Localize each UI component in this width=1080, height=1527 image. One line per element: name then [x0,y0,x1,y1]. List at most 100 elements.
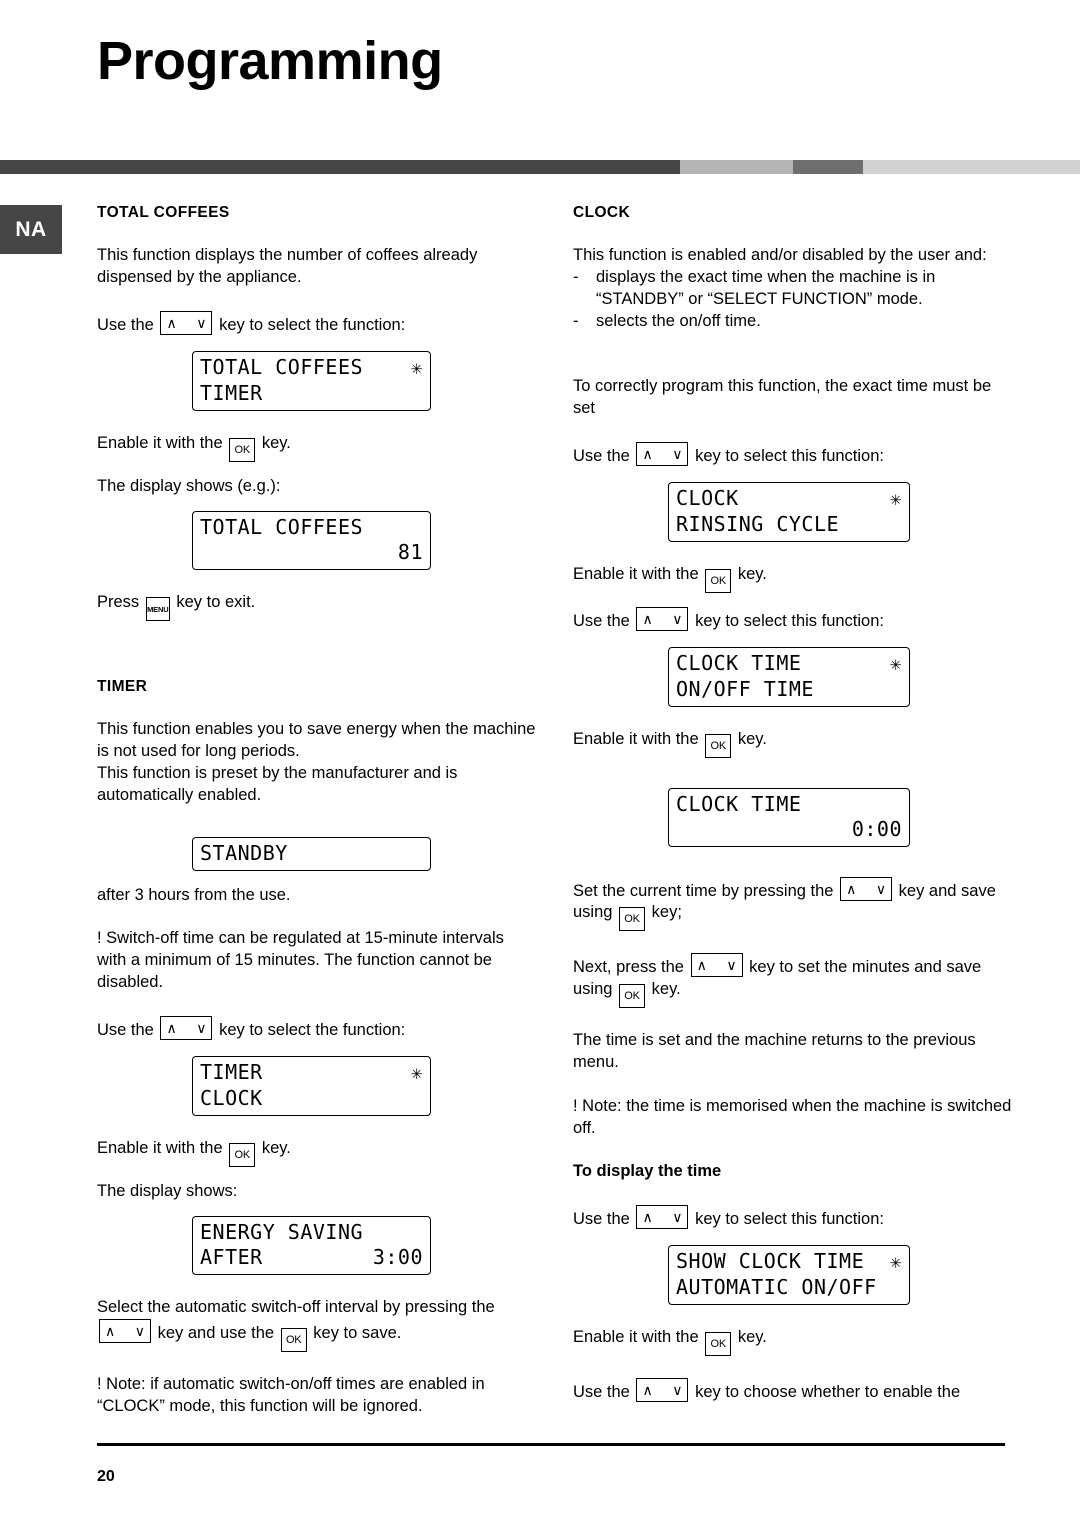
ok-key-button[interactable]: OK [705,568,732,593]
ok-key-button[interactable]: OK [229,1142,256,1167]
ok-key-button[interactable]: OK [705,733,732,758]
arrow-key-button[interactable]: ∧ ∨ [636,1377,689,1402]
ok-key-button[interactable]: OK [280,1328,307,1353]
instruction-text-prefix: Use the [573,1382,630,1401]
lcd-line: ENERGY SAVING [200,1220,423,1245]
instruction-text-suffix: key to choose whether to enable the [695,1382,961,1401]
header-bar-segment [680,160,793,174]
language-tab-label: NA [15,217,47,241]
arrow-key-button[interactable]: ∧ ∨ [636,441,689,466]
instruction-text-prefix: Enable it with the [97,433,223,452]
lcd-display-show-clock-time: SHOW CLOCK TIME ✳ AUTOMATIC ON/OFF [668,1244,910,1305]
left-column: TOTAL COFFEES This function displays the… [97,203,537,1418]
instruction-text-suffix: key to select the function: [219,315,406,334]
chevron-down-icon: ∨ [196,314,207,331]
instruction-enable-clock-time: Enable it with the OK key. [573,729,1013,758]
paragraph-timer-intro-2: This function is preset by the manufactu… [97,764,458,804]
instruction-text-part3: key to save. [313,1324,402,1343]
chevron-up-icon: ∧ [166,314,177,331]
lcd-line-text: AUTOMATIC ON/OFF [676,1274,877,1299]
arrow-key-button[interactable]: ∧ ∨ [690,953,743,978]
lcd-line: CLOCK ✳ [676,486,902,512]
instruction-text-part1: Select the automatic switch-off interval… [97,1298,495,1317]
label-display-shows-timer: The display shows: [97,1181,238,1200]
instruction-text-suffix: key. [737,564,767,583]
chevron-up-icon: ∧ [696,957,707,974]
lcd-line: TOTAL COFFEES [200,515,423,540]
arrow-key-button[interactable]: ∧ ∨ [160,1015,213,1040]
instruction-text-prefix: Enable it with the [573,564,699,583]
ok-key-button[interactable]: OK [229,437,256,462]
instruction-text-prefix: Use the [97,315,154,334]
instruction-text-part3: key; [651,903,682,922]
instruction-choose-enable: Use the ∧ ∨ key to choose whether to ena… [573,1377,1013,1404]
instruction-text-suffix: key to select this function: [695,446,884,465]
lcd-line: 81 [200,540,423,565]
lcd-line-text: TOTAL COFFEES [200,515,364,540]
instruction-enable-timer: Enable it with the OK key. [97,1138,537,1167]
chevron-down-icon: ∨ [196,1019,207,1036]
instruction-text-prefix: Enable it with the [573,1327,699,1346]
heading-clock: CLOCK [573,204,631,221]
footer-rule [97,1443,1005,1446]
instruction-select-interval: Select the automatic switch-off interval… [97,1297,537,1353]
list-item: - selects the on/off time. [573,311,1013,333]
arrow-key-button[interactable]: ∧ ∨ [636,606,689,631]
instruction-text-part2: key and use the [157,1324,275,1343]
menu-key-button[interactable]: MENU [145,597,170,622]
lcd-line-text: CLOCK TIME [676,650,802,675]
header-bar-segment [862,160,1080,174]
chevron-down-icon: ∨ [672,1381,683,1398]
page-title: Programming [97,31,443,91]
lcd-line-text: STANDBY [200,840,288,865]
lcd-line-text: ON/OFF TIME [676,676,814,701]
arrow-key-button[interactable]: ∧ ∨ [636,1204,689,1229]
chevron-up-icon: ∧ [642,610,653,627]
lcd-selected-marker: ✳ [411,1061,423,1084]
instruction-set-minutes: Next, press the ∧ ∨ key to set the minut… [573,953,1013,1009]
instruction-text-suffix: key to select the function: [219,1020,406,1039]
paragraph-clock-intro: This function is enabled and/or disabled… [573,246,987,265]
heading-total-coffees: TOTAL COFFEES [97,204,230,221]
lcd-line: CLOCK [200,1086,423,1111]
lcd-line-text: TIMER [200,1059,263,1084]
header-divider-bar [0,160,1080,174]
ok-key-button[interactable]: OK [619,907,646,932]
language-tab-na: NA [0,205,62,254]
arrow-key-button[interactable]: ∧ ∨ [99,1319,151,1344]
dash-bullet-icon: - [573,311,579,330]
paragraph-time-set-returns: The time is set and the machine returns … [573,1031,976,1071]
lcd-selected-marker: ✳ [890,487,902,510]
lcd-line: CLOCK TIME [676,792,902,817]
chevron-down-icon: ∨ [875,880,887,897]
instruction-text-part1: Next, press the [573,958,684,977]
clock-feature-list: - displays the exact time when the machi… [573,267,1013,332]
instruction-text-prefix: Use the [573,446,630,465]
arrow-key-button[interactable]: ∧ ∨ [840,876,893,901]
list-item: - displays the exact time when the machi… [573,267,1013,311]
heading-to-display-the-time: To display the time [573,1162,722,1181]
chevron-down-icon: ∨ [672,610,683,627]
lcd-display-total-coffees-select: TOTAL COFFEES ✳ TIMER [192,350,431,411]
instruction-enable-show-clock-time: Enable it with the OK key. [573,1327,1013,1356]
lcd-display-total-coffees-count: TOTAL COFFEES 81 [192,511,431,571]
list-item-label: displays the exact time when the machine… [596,267,936,308]
right-column: CLOCK This function is enabled and/or di… [573,203,1013,1403]
arrow-key-button[interactable]: ∧ ∨ [160,310,213,335]
instruction-text-suffix: key. [261,1138,291,1157]
chevron-up-icon: ∧ [105,1323,116,1340]
lcd-line-text: SHOW CLOCK TIME [676,1248,865,1273]
ok-key-button[interactable]: OK [619,984,646,1009]
chevron-up-icon: ∧ [166,1019,177,1036]
paragraph-program-note: To correctly program this function, the … [573,377,992,418]
instruction-text-prefix: Use the [573,1209,630,1228]
lcd-line: RINSING CYCLE [676,512,902,537]
label-display-shows-total-coffees: The display shows (e.g.): [97,476,281,495]
instruction-text-suffix: key to select this function: [695,611,884,630]
chevron-down-icon: ∨ [672,1208,683,1225]
lcd-clock-time-value: 0:00 [851,816,902,841]
instruction-text-suffix: key. [737,1327,767,1346]
lcd-line-text: RINSING CYCLE [676,511,840,536]
header-bar-segment [0,160,681,174]
ok-key-button[interactable]: OK [705,1331,732,1356]
